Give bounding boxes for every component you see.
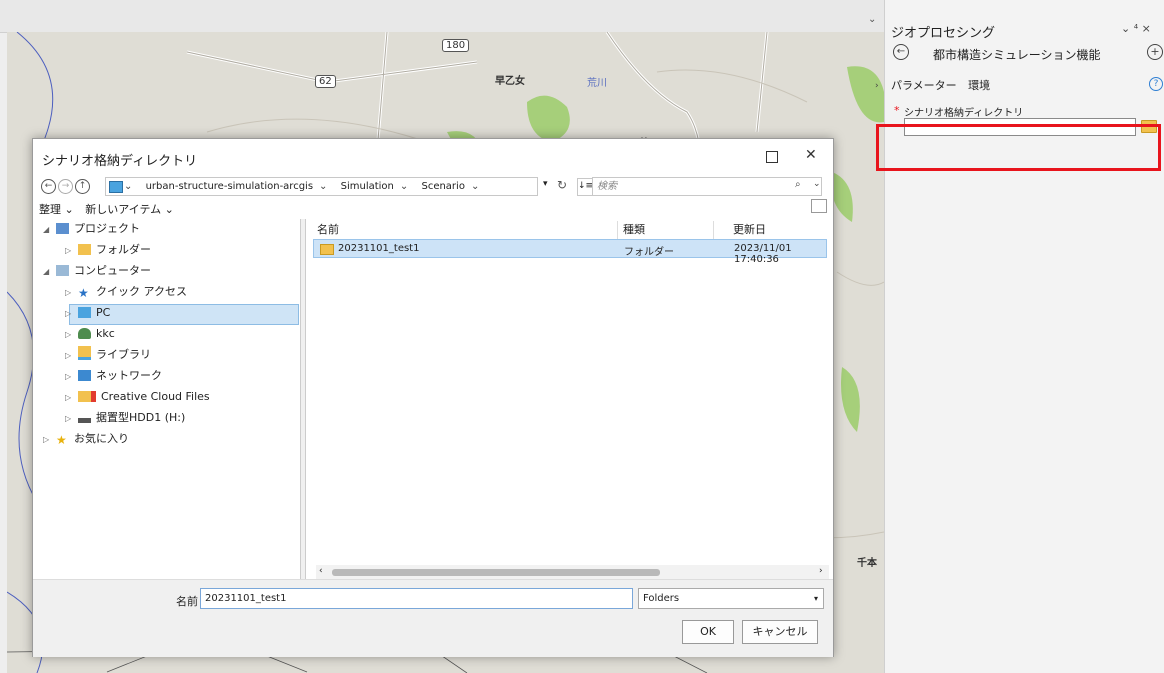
up-icon[interactable]: ↑: [75, 179, 90, 194]
tab-bar: パラメーター 環境: [891, 77, 998, 93]
dialog-toolbar: 整理 ⌄ 新しいアイテム ⌄: [39, 201, 174, 217]
scroll-left-icon[interactable]: ‹: [319, 566, 323, 576]
tree-item-project[interactable]: ◢ プロジェクト: [43, 219, 140, 239]
computer-icon: [56, 265, 69, 276]
tree-item-folders[interactable]: ▷ フォルダー: [65, 240, 151, 260]
collapse-icon[interactable]: ›: [875, 81, 879, 91]
close-icon[interactable]: ✕: [805, 147, 817, 163]
folder-icon: [78, 244, 91, 255]
column-header-name[interactable]: 名前: [317, 221, 339, 237]
chevron-down-icon[interactable]: ⌄: [813, 179, 821, 189]
folder-tree: ◢ プロジェクト ▷ フォルダー ◢ コンピューター ▷ ★ クイック アクセス ▷ PC …: [39, 219, 299, 569]
new-item-menu[interactable]: 新しいアイテム ⌄: [85, 203, 174, 216]
breadcrumb-item[interactable]: Scenario: [421, 181, 464, 192]
organize-menu[interactable]: 整理 ⌄: [39, 203, 74, 216]
help-icon[interactable]: ?: [1149, 77, 1163, 91]
navigation-bar: ← → ↑ ⌄ urban-structure-simulation-arcgi…: [39, 177, 829, 197]
monitor-icon: [78, 307, 91, 318]
tree-item-favorites[interactable]: ▷ ★ お気に入り: [43, 429, 129, 449]
tree-item-kkc[interactable]: ▷ kkc: [65, 324, 115, 344]
view-toggle-icon[interactable]: [811, 199, 827, 213]
tree-item-drive[interactable]: ▷ 据置型HDD1 (H:): [65, 408, 185, 428]
river-label: 荒川: [587, 78, 607, 89]
scroll-thumb[interactable]: [332, 569, 660, 576]
scroll-right-icon[interactable]: ›: [819, 566, 823, 576]
tree-item-creative-cloud[interactable]: ▷ Creative Cloud Files: [65, 387, 210, 407]
breadcrumb-item[interactable]: urban-structure-simulation-arcgis: [146, 181, 313, 192]
star-icon: ★: [78, 286, 89, 300]
place-label: 早乙女: [495, 76, 525, 87]
project-icon: [56, 223, 69, 234]
breadcrumb-item[interactable]: Simulation: [341, 181, 394, 192]
creative-cloud-icon: [78, 391, 96, 402]
column-header-type[interactable]: 種類: [623, 221, 645, 237]
table-row[interactable]: 20231101_test1 フォルダー 2023/11/01 17:40:36: [313, 239, 827, 265]
user-icon: [78, 328, 91, 339]
cancel-button[interactable]: キャンセル: [742, 620, 818, 644]
map-top-bar: [0, 0, 884, 33]
tree-item-quick-access[interactable]: ▷ ★ クイック アクセス: [65, 282, 187, 302]
add-icon[interactable]: +: [1147, 44, 1163, 60]
chevron-down-icon: ▾: [813, 594, 818, 603]
tree-item-computer[interactable]: ◢ コンピューター: [43, 261, 151, 281]
chevron-down-icon[interactable]: ⌄: [319, 181, 327, 192]
column-header-date[interactable]: 更新日: [733, 221, 766, 237]
favorites-icon: ★: [56, 433, 67, 447]
place-label: 千本: [857, 558, 877, 569]
ok-button[interactable]: OK: [682, 620, 734, 644]
column-divider: [713, 221, 714, 239]
route-label: 180: [442, 39, 470, 52]
search-icon[interactable]: ⌕: [795, 179, 801, 190]
history-dropdown-icon[interactable]: ▾: [543, 179, 548, 189]
folder-icon: [320, 244, 334, 255]
highlight-box: [876, 124, 1161, 171]
chevron-down-icon[interactable]: ⌄: [400, 181, 408, 192]
back-icon[interactable]: ←: [41, 179, 56, 194]
pane-controls[interactable]: ⌄ ⁴ ×: [1121, 22, 1151, 35]
tree-item-pc[interactable]: ▷ PC: [65, 303, 110, 323]
tab-environments[interactable]: 環境: [968, 79, 990, 92]
library-icon: [78, 346, 91, 360]
pane-splitter[interactable]: [300, 219, 306, 579]
dialog-title: シナリオ格納ディレクトリ: [42, 154, 198, 169]
column-divider: [617, 221, 618, 239]
location-icon: [109, 181, 123, 193]
tool-name: 都市構造シミュレーション機能: [933, 48, 1101, 62]
horizontal-scrollbar[interactable]: ‹ ›: [316, 565, 829, 579]
name-field[interactable]: 20231101_test1: [200, 588, 633, 609]
row-type: フォルダー: [624, 247, 674, 258]
chevron-down-icon[interactable]: ⌄: [471, 181, 479, 192]
required-marker: *: [894, 104, 900, 117]
filter-select[interactable]: Folders ▾: [638, 588, 824, 609]
chevron-down-icon[interactable]: ⌄: [124, 181, 132, 192]
chevron-down-icon[interactable]: ⌄: [868, 14, 876, 25]
browse-dialog: シナリオ格納ディレクトリ ✕ ← → ↑ ⌄ urban-structure-s…: [32, 138, 834, 657]
pane-title: ジオプロセシング: [891, 26, 996, 41]
parameter-label: シナリオ格納ディレクトリ: [904, 108, 1024, 119]
forward-icon[interactable]: →: [58, 179, 73, 194]
address-bar[interactable]: ⌄ urban-structure-simulation-arcgis ⌄ Sim…: [105, 177, 538, 196]
drive-icon: [78, 418, 91, 423]
geoprocessing-pane: ジオプロセシング ⌄ ⁴ × ← 都市構造シミュレーション機能 + パラメーター…: [884, 0, 1164, 673]
row-name: 20231101_test1: [338, 243, 420, 254]
network-icon: [78, 370, 91, 381]
dialog-footer: 名前 20231101_test1 Folders ▾ OK キャンセル: [33, 579, 833, 657]
name-label: 名前: [176, 595, 198, 608]
back-icon[interactable]: ←: [893, 44, 909, 60]
row-date: 2023/11/01 17:40:36: [734, 243, 792, 265]
tab-parameters[interactable]: パラメーター: [891, 79, 957, 92]
tree-item-library[interactable]: ▷ ライブラリ: [65, 345, 151, 365]
refresh-icon[interactable]: ↻: [557, 178, 567, 192]
sort-icon[interactable]: ↓≡: [577, 178, 593, 196]
maximize-icon[interactable]: [766, 151, 778, 163]
tree-item-network[interactable]: ▷ ネットワーク: [65, 366, 162, 386]
search-input[interactable]: 検索: [592, 177, 822, 196]
route-label: 62: [315, 75, 336, 88]
